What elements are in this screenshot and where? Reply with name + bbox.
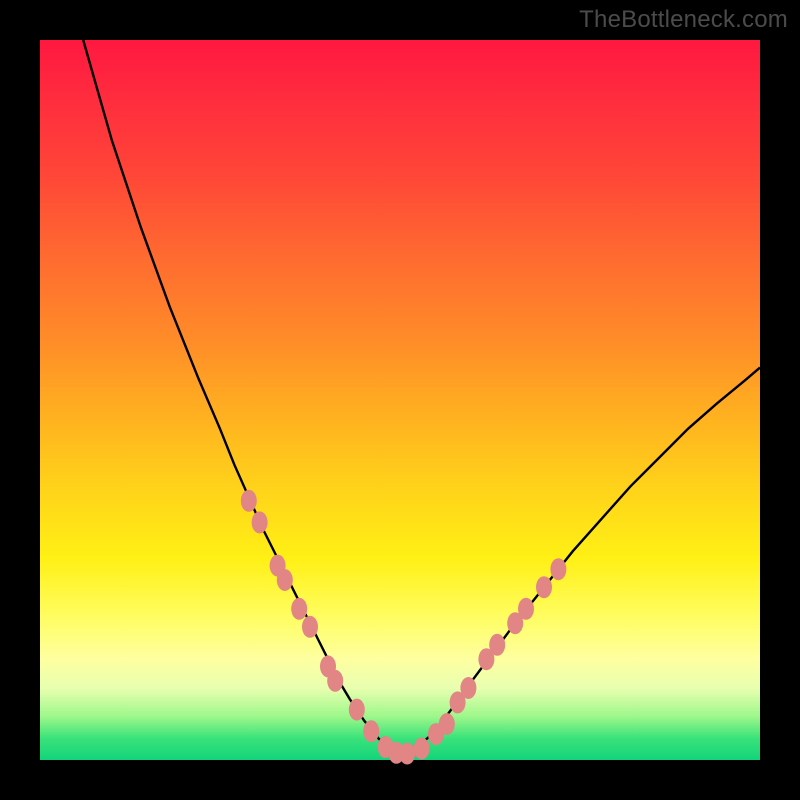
attribution-label: TheBottleneck.com [579, 6, 788, 34]
plot-area [40, 40, 760, 760]
data-marker [414, 737, 430, 759]
markers-bottom-group [378, 713, 455, 765]
data-marker [363, 720, 379, 742]
data-marker [302, 616, 318, 638]
data-marker [349, 699, 365, 721]
data-marker [277, 569, 293, 591]
curve-left [83, 40, 400, 756]
markers-right-group [450, 558, 567, 713]
data-marker [252, 511, 268, 533]
chart-svg [40, 40, 760, 760]
data-marker [291, 598, 307, 620]
data-marker [536, 576, 552, 598]
data-marker [489, 634, 505, 656]
data-marker [460, 677, 476, 699]
data-marker [439, 713, 455, 735]
data-marker [550, 558, 566, 580]
chart-stage: TheBottleneck.com [0, 0, 800, 800]
data-marker [327, 670, 343, 692]
markers-left-group [241, 490, 379, 742]
data-marker [518, 598, 534, 620]
data-marker [241, 490, 257, 512]
data-marker [399, 743, 415, 765]
